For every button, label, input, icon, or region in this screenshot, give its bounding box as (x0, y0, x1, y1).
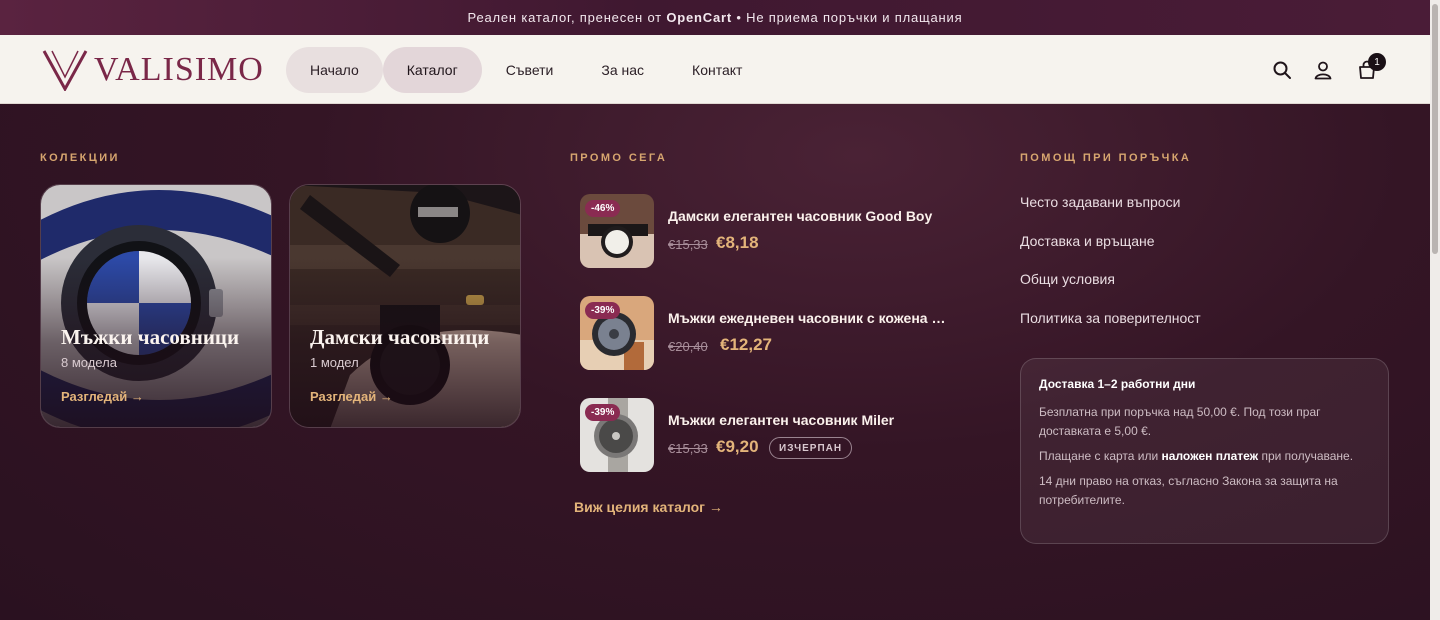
promo-item[interactable]: -46% Дамски елегантен часовник Good Boy … (580, 194, 980, 268)
delivery-info-title: Доставка 1–2 работни дни (1039, 377, 1196, 391)
old-price: €15,33 (668, 237, 708, 252)
product-name: Мъжки елегантен часовник Miler (668, 412, 895, 428)
product-thumbnail: -46% (580, 194, 654, 268)
view-full-catalog-link[interactable]: Виж целия каталог → (574, 499, 723, 515)
account-icon[interactable] (1312, 59, 1334, 81)
discount-badge: -39% (585, 404, 621, 421)
page-scrollbar[interactable] (1430, 0, 1440, 620)
announcement-text-start: Реален каталог, пренесен от (467, 10, 667, 25)
site-header: VALISIMO Начало Каталог Съвети За нас Ко… (0, 35, 1430, 104)
collection-name: Мъжки часовници (61, 325, 240, 349)
product-name: Дамски елегантен часовник Good Boy (668, 208, 933, 224)
collection-card-men[interactable]: Мъжки часовници 8 модела Разгледай → (40, 184, 272, 428)
payment-text-bold: наложен платеж (1161, 449, 1259, 463)
discount-badge: -46% (585, 200, 621, 217)
help-link-faq[interactable]: Често задавани въпроси (1020, 194, 1180, 210)
collection-browse-link[interactable]: Разгледай → (61, 389, 144, 404)
scrollbar-thumb[interactable] (1432, 4, 1438, 254)
help-link-delivery[interactable]: Доставка и връщане (1020, 233, 1155, 249)
announcement-brand: OpenCart (666, 10, 732, 25)
promo-title: ПРОМО СЕГА (570, 152, 668, 164)
delivery-info-returns: 14 дни право на отказ, съгласно Закона з… (1039, 474, 1338, 507)
help-link-terms[interactable]: Общи условия (1020, 271, 1115, 287)
nav-about[interactable]: За нас (577, 47, 668, 93)
product-name: Мъжки ежедневен часовник с кожена … (668, 310, 946, 326)
main-nav: Начало Каталог Съвети За нас Контакт (286, 47, 766, 93)
promo-item[interactable]: -39% Мъжки ежедневен часовник с кожена …… (580, 296, 980, 370)
nav-catalog[interactable]: Каталог (382, 47, 482, 93)
collection-count: 1 модел (310, 355, 359, 370)
sale-price: €9,20 (716, 437, 759, 456)
delivery-info-shipping: Безплатна при поръчка над 50,00 €. Под т… (1039, 405, 1321, 438)
payment-text-start: Плащане с карта или (1039, 449, 1162, 463)
announcement-text-end: • Не приема поръчки и плащания (732, 10, 963, 25)
delivery-info-payment: Плащане с карта или наложен платеж при п… (1039, 447, 1370, 466)
help-title: ПОМОЩ ПРИ ПОРЪЧКА (1020, 152, 1192, 164)
nav-home[interactable]: Начало (286, 47, 383, 93)
delivery-info-box: Доставка 1–2 работни дни Безплатна при п… (1020, 358, 1389, 544)
old-price: €20,40 (668, 339, 708, 354)
catalog-mega-menu: КОЛЕКЦИИ Мъжки часовници 8 модела Разгле… (0, 104, 1430, 620)
logo-text: VALISIMO (94, 51, 264, 88)
collection-browse-link[interactable]: Разгледай → (310, 389, 393, 404)
logo-mark-icon (42, 50, 88, 91)
nav-contact[interactable]: Контакт (668, 47, 766, 93)
old-price: €15,33 (668, 441, 708, 456)
promo-item[interactable]: -39% Мъжки елегантен часовник Miler €15,… (580, 398, 980, 472)
logo[interactable]: VALISIMO (42, 49, 264, 91)
search-icon[interactable] (1271, 59, 1293, 81)
cart-count-badge: 1 (1368, 53, 1386, 71)
sale-price: €12,27 (720, 335, 772, 354)
discount-badge: -39% (585, 302, 621, 319)
sale-price: €8,18 (716, 233, 759, 252)
sold-out-badge: ИЗЧЕРПАН (769, 437, 853, 459)
collection-name: Дамски часовници (310, 325, 490, 349)
product-thumbnail: -39% (580, 398, 654, 472)
help-link-privacy[interactable]: Политика за поверителност (1020, 310, 1201, 326)
collection-card-women[interactable]: Дамски часовници 1 модел Разгледай → (289, 184, 521, 428)
product-thumbnail: -39% (580, 296, 654, 370)
announcement-bar: Реален каталог, пренесен от OpenCart • Н… (0, 0, 1430, 35)
collections-title: КОЛЕКЦИИ (40, 152, 120, 164)
nav-tips[interactable]: Съвети (482, 47, 578, 93)
collection-count: 8 модела (61, 355, 117, 370)
payment-text-end: при получаване. (1258, 449, 1354, 463)
